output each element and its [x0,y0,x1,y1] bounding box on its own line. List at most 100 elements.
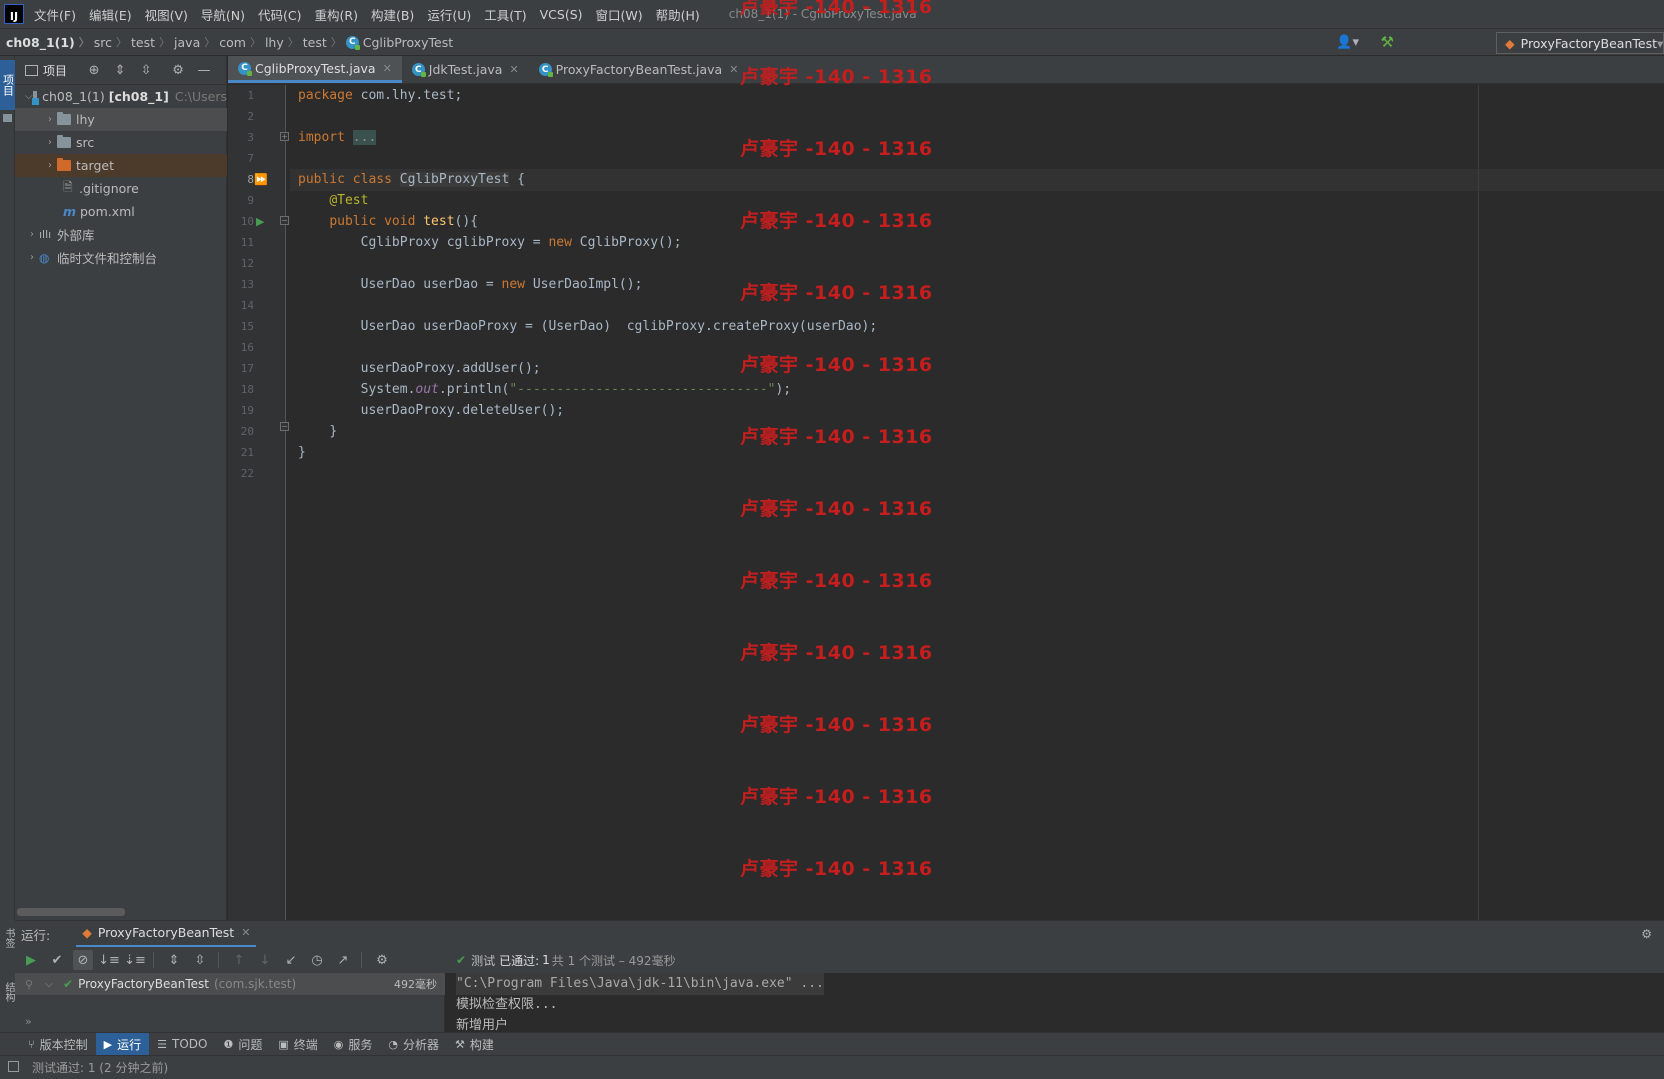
class-icon: C [345,35,360,50]
menu-build[interactable]: 构建(B) [371,5,414,24]
gear-icon[interactable]: ⚙ [169,61,187,79]
tool-build[interactable]: ⚒ 构建 [447,1033,502,1056]
menu-view[interactable]: 视图(V) [145,5,188,24]
tool-terminal[interactable]: ▣ 终端 [270,1033,325,1056]
breadcrumb-src[interactable]: src 〉 [94,34,131,50]
gear-icon[interactable]: ⚙ [1641,927,1652,941]
tool-run[interactable]: ▶ 运行 [95,1032,150,1056]
tree-item-pom[interactable]: m pom.xml [15,200,227,223]
run-config-selector[interactable]: ◆ ProxyFactoryBeanTest ▾ [1496,32,1664,54]
menu-help[interactable]: 帮助(H) [656,5,700,24]
expand-all-icon[interactable]: ⇕ [111,61,129,79]
show-passed-icon[interactable]: ✔ [47,950,67,970]
menu-run[interactable]: 运行(U) [427,5,471,24]
breadcrumb-class[interactable]: C CglibProxyTest [345,35,453,50]
tree-item-lhy[interactable]: › lhy [15,108,227,131]
menu-file[interactable]: 文件(F) [34,5,76,24]
breadcrumb-test-pkg[interactable]: test 〉 [303,34,346,50]
module-path: C:\Users [174,89,227,104]
close-icon[interactable]: ✕ [729,63,738,76]
code-line: } [329,424,338,439]
line-number: 10 [240,215,254,228]
close-icon[interactable]: ✕ [241,926,250,939]
structure-tool-button[interactable]: 结构 [1,982,16,1002]
build-hammer-icon[interactable]: ⚒ [1381,33,1394,51]
breadcrumb-java[interactable]: java 〉 [174,34,219,50]
tree-item-scratches[interactable]: › ◍ 临时文件和控制台 [15,246,227,269]
menu-tools[interactable]: 工具(T) [484,5,526,24]
watermark: 卢豪宇 -140 - 1316 [740,354,933,376]
pin-icon[interactable]: ⚲ [25,978,33,991]
bookmarks-tool-button[interactable]: 书签 [1,928,16,948]
fold-expand-icon[interactable]: + [280,132,289,141]
tool-profiler[interactable]: ◔ 分析器 [380,1033,447,1056]
history-icon[interactable]: ◷ [307,950,327,970]
line-number: 3 [247,131,254,144]
close-icon[interactable]: ✕ [383,62,392,75]
project-panel-title[interactable]: 项目 [43,62,67,79]
account-icon[interactable]: 👤▾ [1336,35,1359,50]
hide-icon[interactable]: — [195,61,213,79]
more-icon[interactable]: » [25,1015,32,1028]
watermark: 卢豪宇 -140 - 1316 [740,66,933,88]
tool-todo[interactable]: ☰ TODO [149,1033,215,1056]
run-test-icon[interactable]: ▶ [256,215,264,228]
run-class-icon[interactable]: ⏩ [254,173,268,186]
collapse-all-icon[interactable]: ⇳ [137,61,155,79]
tree-item-project-root[interactable]: ⌵ ch08_1(1) [ch08_1] C:\Users [15,85,227,108]
tab-proxyfactorybeantest[interactable]: C ProxyFactoryBeanTest.java ✕ [529,56,749,83]
layout-toggle-icon[interactable] [8,1061,19,1072]
toolbar-separator [361,952,362,968]
tool-version-control[interactable]: ⑂ 版本控制 [20,1033,96,1056]
horizontal-scrollbar[interactable] [17,908,125,916]
watermark: 卢豪宇 -140 - 1316 [740,570,933,592]
rerun-icon[interactable]: ▶ [21,950,41,970]
gear-icon[interactable]: ⚙ [372,950,392,970]
test-class-package: (com.sjk.test) [213,977,297,991]
collapse-all-icon[interactable]: ⇳ [190,950,210,970]
menu-code[interactable]: 代码(C) [258,5,301,24]
tab-jdktest[interactable]: C JdkTest.java ✕ [402,56,529,83]
console-output[interactable]: "C:\Program Files\Java\jdk-11\bin\java.e… [446,973,1664,1033]
project-tool-button[interactable]: 项目 [0,60,15,110]
breadcrumb-com[interactable]: com 〉 [219,34,265,50]
previous-failed-icon[interactable]: ↑ [229,950,249,970]
menu-navigate[interactable]: 导航(N) [201,5,245,24]
menu-edit[interactable]: 编辑(E) [89,5,132,24]
locate-icon[interactable]: ⊕ [85,61,103,79]
run-tab-proxyfactorybeantest[interactable]: ◆ ProxyFactoryBeanTest ✕ [76,921,257,948]
export-icon[interactable]: ↗ [333,950,353,970]
fold-collapse-icon[interactable]: − [280,216,289,225]
tool-problems[interactable]: ❶ 问题 [215,1033,270,1056]
sort-alpha-icon[interactable]: ↓≡ [98,950,120,970]
folder-icon [57,112,71,125]
code-area[interactable]: package com.lhy.test; import ... public … [290,85,1664,920]
test-result-row[interactable]: ⌵ ✔ ProxyFactoryBeanTest (com.sjk.test) … [15,973,445,995]
breadcrumb-lhy[interactable]: lhy 〉 [265,34,303,50]
tab-cglibproxytest[interactable]: C CglibProxyTest.java ✕ [228,56,402,83]
test-status-count: 1 [542,953,550,967]
vcs-icon: ⑂ [28,1037,35,1051]
next-failed-icon[interactable]: ↓ [255,950,275,970]
fold-end-icon[interactable]: − [280,422,289,431]
tree-item-target[interactable]: › target [15,154,227,177]
breadcrumb-project[interactable]: ch08_1(1) 〉 [0,34,94,50]
tool-services[interactable]: ◉ 服务 [326,1033,381,1056]
breadcrumb-test[interactable]: test 〉 [131,34,174,50]
tree-item-src[interactable]: › src [15,131,227,154]
close-icon[interactable]: ✕ [509,63,518,76]
expand-all-icon[interactable]: ⇕ [164,950,184,970]
status-message[interactable]: 测试通过: 1 (2 分钟之前) [32,1059,168,1076]
import-tests-icon[interactable]: ↙ [281,950,301,970]
tree-item-external-libraries[interactable]: › ıllı 外部库 [15,223,227,246]
menu-vcs[interactable]: VCS(S) [540,7,583,22]
menu-window[interactable]: 窗口(W) [596,5,643,24]
tree-item-gitignore[interactable]: 🗎 .gitignore [15,177,227,200]
class-icon: C [238,61,252,76]
folded-imports[interactable]: ... [352,130,377,145]
line-number: 21 [240,446,254,459]
watermark: 卢豪宇 -140 - 1316 [740,858,933,880]
menu-refactor[interactable]: 重构(R) [315,5,358,24]
show-ignored-icon[interactable]: ⊘ [73,950,93,970]
sort-duration-icon[interactable]: ⇣≡ [124,950,146,970]
